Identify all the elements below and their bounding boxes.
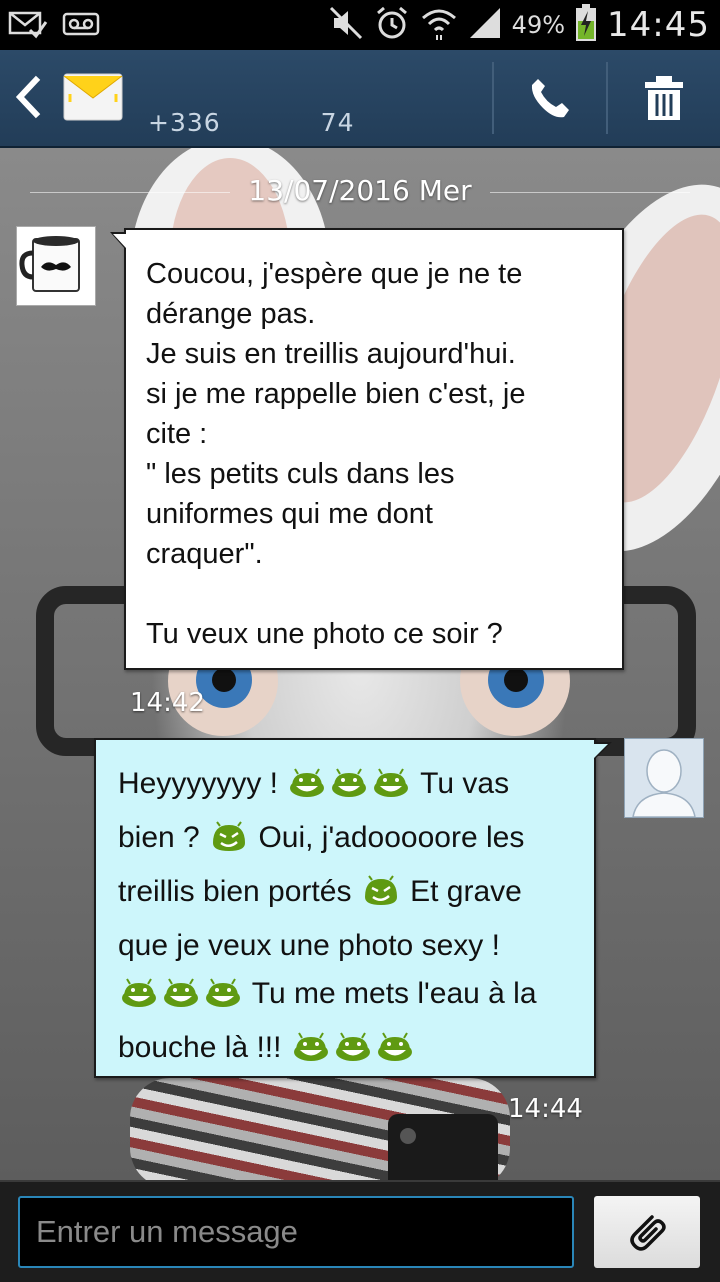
android-emoji-icon [161,976,201,1024]
incoming-message[interactable]: Coucou, j'espère que je ne te dérange pa… [110,228,624,670]
my-avatar[interactable] [624,738,704,818]
message-text: Heyyyyyyy ! [118,767,279,800]
android-emoji-icon [333,1030,373,1078]
message-text: Tu me mets l'eau à la [251,977,537,1010]
mute-icon [328,5,364,45]
outgoing-message[interactable]: Heyyyyyyy ! Tu vas bien ? Oui, j'adooooo… [94,738,612,1078]
android-emoji-icon [119,976,159,1024]
message-line: craquer". [146,538,263,570]
signal-icon [468,6,502,44]
message-line: dérange pas. [146,298,316,330]
android-emoji-icon [375,1030,415,1078]
android-wink-emoji-icon [361,874,401,922]
android-emoji-icon [203,976,243,1024]
date-label: 13/07/2016 Mer [248,174,472,207]
call-button[interactable] [494,50,606,146]
message-text: que je veux une photo sexy ! [118,929,500,962]
message-line [146,574,604,614]
battery-charging-icon [575,4,597,46]
android-emoji-icon [329,766,369,814]
call-icon [531,79,569,118]
message-text: bouche là !!! [118,1031,282,1064]
contact-number-part2: 74 [320,108,355,137]
default-person-icon [625,739,703,817]
contact-number-part1: +336 [148,108,221,137]
message-line: Tu veux une photo ce soir ? [146,618,503,650]
delete-button[interactable] [608,50,720,146]
android-emoji-icon [371,766,411,814]
message-text: Oui, j'adooooore les [258,821,525,854]
message-timestamp: 14:44 [508,1094,583,1124]
paperclip-icon [630,1215,666,1251]
message-line: " les petits culs dans les [146,458,455,490]
message-text: Et grave [410,875,522,908]
message-line: Coucou, j'espère que je ne te [146,258,523,290]
compose-bar [0,1180,720,1282]
action-bar: +336 74 [0,50,720,148]
android-emoji-icon [287,766,327,814]
voicemail-icon [62,8,102,44]
message-line: si je me rappelle bien c'est, je [146,378,526,410]
message-timestamp: 14:42 [130,688,205,718]
back-button[interactable] [12,74,52,122]
message-input[interactable] [18,1196,574,1268]
android-wink-emoji-icon [209,820,249,868]
attach-button[interactable] [594,1196,700,1268]
message-line: Je suis en treillis aujourd'hui. [146,338,516,370]
android-emoji-icon [291,1030,331,1078]
contact-avatar[interactable] [16,226,96,306]
messaging-app-icon [62,68,124,126]
conversation-view[interactable]: 13/07/2016 Mer Coucou, j'espère que je n… [0,148,720,1180]
clock: 14:45 [607,5,710,45]
alarm-icon [374,5,410,45]
wallpaper-phone [388,1114,498,1180]
message-text: bien ? [118,821,200,854]
back-icon [15,75,41,119]
trash-icon [645,76,683,120]
message-line: uniformes qui me dont [146,498,433,530]
message-text: Tu vas [420,767,510,800]
status-bar: 49% 14:45 [0,0,720,50]
email-check-icon [8,8,48,44]
mug-icon [19,236,80,292]
battery-percent: 49% [511,11,566,39]
contact-number: +336 74 [148,108,354,137]
wifi-icon [420,5,458,45]
message-text: treillis bien portés [118,875,352,908]
message-line: cite : [146,418,208,450]
date-separator: 13/07/2016 Mer [0,174,720,210]
